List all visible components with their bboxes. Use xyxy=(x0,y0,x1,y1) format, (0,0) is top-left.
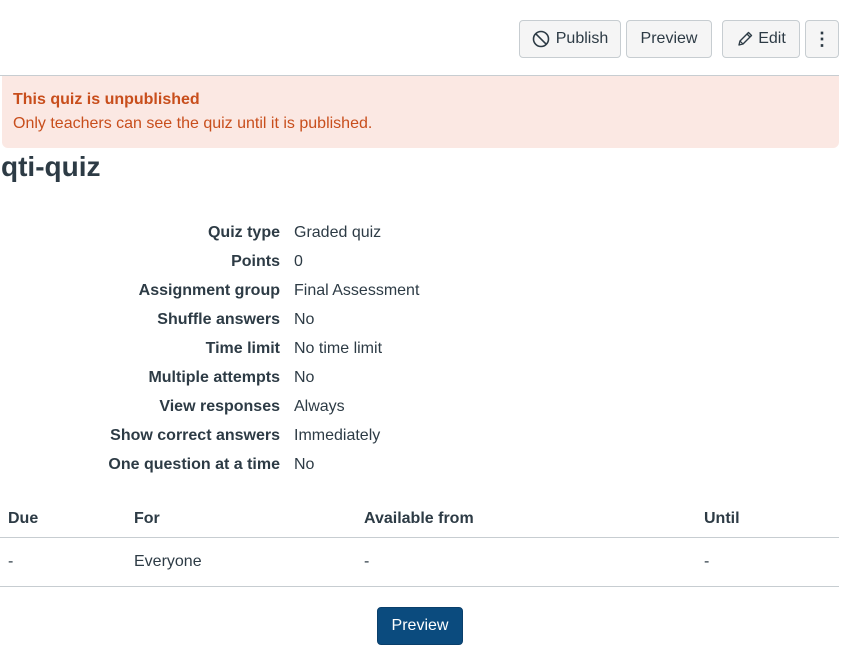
unpublished-alert: This quiz is unpublished Only teachers c… xyxy=(2,76,839,148)
detail-value: No time limit xyxy=(294,339,383,357)
cell-until: - xyxy=(704,553,710,570)
edit-label: Edit xyxy=(758,30,786,47)
detail-row-view-responses: View responses Always xyxy=(0,392,839,421)
detail-label: View responses xyxy=(159,397,280,415)
preview-quiz-button[interactable]: Preview xyxy=(377,607,463,645)
alert-message: Only teachers can see the quiz until it … xyxy=(13,115,373,132)
publish-label: Publish xyxy=(555,30,609,47)
detail-value: No xyxy=(294,455,315,473)
column-header-available-from: Available from xyxy=(364,509,474,527)
preview-label: Preview xyxy=(640,30,698,47)
detail-row-time-limit: Time limit No time limit xyxy=(0,334,839,363)
dates-table-header: Due For Available from Until xyxy=(0,500,839,538)
column-header-for: For xyxy=(134,509,160,527)
detail-value: No xyxy=(294,310,315,328)
detail-row-shuffle-answers: Shuffle answers No xyxy=(0,305,839,334)
detail-label: Time limit xyxy=(205,339,280,357)
column-header-until: Until xyxy=(704,509,740,527)
cell-due: - xyxy=(8,553,14,570)
more-options-button[interactable]: ⋮ xyxy=(805,20,839,58)
detail-label: Show correct answers xyxy=(110,426,280,444)
detail-value: No xyxy=(294,368,315,386)
detail-value: Always xyxy=(294,397,345,415)
detail-row-show-correct-answers: Show correct answers Immediately xyxy=(0,421,839,450)
detail-row-assignment-group: Assignment group Final Assessment xyxy=(0,276,839,305)
detail-row-one-question-at-a-time: One question at a time No xyxy=(0,450,839,479)
quiz-toolbar: Publish Preview Edit ⋮ xyxy=(519,20,839,58)
cell-available-from: - xyxy=(364,553,370,570)
alert-title: This quiz is unpublished xyxy=(13,91,200,108)
dates-table: Due For Available from Until - Everyone … xyxy=(0,500,839,587)
quiz-title: qti-quiz xyxy=(1,151,101,182)
detail-row-multiple-attempts: Multiple attempts No xyxy=(0,363,839,392)
publish-button[interactable]: Publish xyxy=(519,20,621,58)
detail-label: One question at a time xyxy=(108,455,280,473)
pencil-icon xyxy=(736,30,754,48)
quiz-details: Quiz type Graded quiz Points 0 Assignmen… xyxy=(0,218,839,479)
detail-row-quiz-type: Quiz type Graded quiz xyxy=(0,218,839,247)
preview-button[interactable]: Preview xyxy=(626,20,712,58)
detail-label: Multiple attempts xyxy=(148,368,280,386)
kebab-icon: ⋮ xyxy=(813,28,831,49)
detail-value: Graded quiz xyxy=(294,223,382,241)
detail-value: Final Assessment xyxy=(294,281,420,299)
cell-for: Everyone xyxy=(134,553,202,570)
edit-button[interactable]: Edit xyxy=(722,20,800,58)
detail-label: Assignment group xyxy=(138,281,280,299)
detail-row-points: Points 0 xyxy=(0,247,839,276)
detail-label: Quiz type xyxy=(207,223,280,241)
unpublished-icon xyxy=(532,30,550,48)
detail-label: Shuffle answers xyxy=(157,310,280,328)
detail-value: Immediately xyxy=(294,426,381,444)
detail-value: 0 xyxy=(294,252,303,270)
table-row: - Everyone - - xyxy=(0,538,839,587)
column-header-due: Due xyxy=(8,509,39,527)
preview-quiz-label: Preview xyxy=(391,617,449,634)
detail-label: Points xyxy=(231,252,280,270)
